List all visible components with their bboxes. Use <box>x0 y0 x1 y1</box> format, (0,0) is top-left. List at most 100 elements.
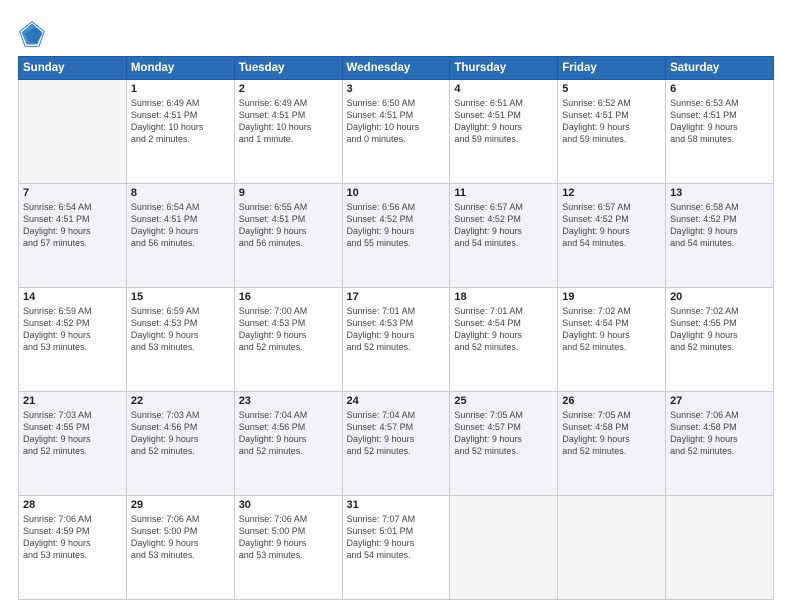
day-info: Sunrise: 6:59 AM Sunset: 4:52 PM Dayligh… <box>23 305 122 354</box>
day-info: Sunrise: 7:06 AM Sunset: 5:00 PM Dayligh… <box>239 513 338 562</box>
day-number: 17 <box>347 291 446 303</box>
day-info: Sunrise: 7:06 AM Sunset: 4:59 PM Dayligh… <box>23 513 122 562</box>
calendar-cell: 25 Sunrise: 7:05 AM Sunset: 4:57 PM Dayli… <box>450 392 558 496</box>
day-number: 8 <box>131 187 230 199</box>
calendar-cell: 9 Sunrise: 6:55 AM Sunset: 4:51 PM Daylig… <box>234 184 342 288</box>
day-info: Sunrise: 6:54 AM Sunset: 4:51 PM Dayligh… <box>23 201 122 250</box>
day-info: Sunrise: 7:01 AM Sunset: 4:53 PM Dayligh… <box>347 305 446 354</box>
calendar-cell: 30 Sunrise: 7:06 AM Sunset: 5:00 PM Dayli… <box>234 496 342 600</box>
calendar-week-row: 21 Sunrise: 7:03 AM Sunset: 4:55 PM Dayli… <box>19 392 774 496</box>
logo-icon <box>18 20 46 48</box>
day-number: 22 <box>131 395 230 407</box>
day-info: Sunrise: 7:03 AM Sunset: 4:56 PM Dayligh… <box>131 409 230 458</box>
weekday-header-wednesday: Wednesday <box>342 57 450 80</box>
day-number: 13 <box>670 187 769 199</box>
day-info: Sunrise: 7:04 AM Sunset: 4:56 PM Dayligh… <box>239 409 338 458</box>
calendar-cell <box>666 496 774 600</box>
day-number: 28 <box>23 499 122 511</box>
day-info: Sunrise: 6:57 AM Sunset: 4:52 PM Dayligh… <box>562 201 661 250</box>
day-number: 5 <box>562 83 661 95</box>
weekday-header-monday: Monday <box>126 57 234 80</box>
calendar-cell: 24Sunrise: 7:04 AM Sunset: 4:57 PM Dayli… <box>342 392 450 496</box>
calendar-cell: 7 Sunrise: 6:54 AM Sunset: 4:51 PM Daylig… <box>19 184 127 288</box>
day-info: Sunrise: 7:00 AM Sunset: 4:53 PM Dayligh… <box>239 305 338 354</box>
page: SundayMondayTuesdayWednesdayThursdayFrid… <box>0 0 792 612</box>
day-info: Sunrise: 7:02 AM Sunset: 4:55 PM Dayligh… <box>670 305 769 354</box>
day-info: Sunrise: 6:57 AM Sunset: 4:52 PM Dayligh… <box>454 201 553 250</box>
day-info: Sunrise: 6:58 AM Sunset: 4:52 PM Dayligh… <box>670 201 769 250</box>
calendar-cell: 28 Sunrise: 7:06 AM Sunset: 4:59 PM Dayli… <box>19 496 127 600</box>
day-info: Sunrise: 6:53 AM Sunset: 4:51 PM Dayligh… <box>670 97 769 146</box>
calendar-cell: 8 Sunrise: 6:54 AM Sunset: 4:51 PM Daylig… <box>126 184 234 288</box>
day-info: Sunrise: 6:49 AM Sunset: 4:51 PM Dayligh… <box>131 97 230 146</box>
day-number: 3 <box>347 83 446 95</box>
day-number: 11 <box>454 187 553 199</box>
weekday-header-thursday: Thursday <box>450 57 558 80</box>
calendar-cell: 6Sunrise: 6:53 AM Sunset: 4:51 PM Daylig… <box>666 80 774 184</box>
day-number: 16 <box>239 291 338 303</box>
calendar: SundayMondayTuesdayWednesdayThursdayFrid… <box>18 56 774 600</box>
day-number: 27 <box>670 395 769 407</box>
calendar-header-row: SundayMondayTuesdayWednesdayThursdayFrid… <box>19 57 774 80</box>
calendar-cell: 20 Sunrise: 7:02 AM Sunset: 4:55 PM Dayli… <box>666 288 774 392</box>
day-number: 2 <box>239 83 338 95</box>
calendar-cell: 11 Sunrise: 6:57 AM Sunset: 4:52 PM Dayli… <box>450 184 558 288</box>
day-number: 10 <box>347 187 446 199</box>
calendar-cell: 29 Sunrise: 7:06 AM Sunset: 5:00 PM Dayli… <box>126 496 234 600</box>
calendar-cell: 10 Sunrise: 6:56 AM Sunset: 4:52 PM Dayli… <box>342 184 450 288</box>
day-info: Sunrise: 6:55 AM Sunset: 4:51 PM Dayligh… <box>239 201 338 250</box>
calendar-cell: 15 Sunrise: 6:59 AM Sunset: 4:53 PM Dayli… <box>126 288 234 392</box>
logo <box>18 22 48 48</box>
day-number: 19 <box>562 291 661 303</box>
calendar-cell: 26Sunrise: 7:05 AM Sunset: 4:58 PM Dayli… <box>558 392 666 496</box>
day-number: 21 <box>23 395 122 407</box>
day-info: Sunrise: 7:06 AM Sunset: 5:00 PM Dayligh… <box>131 513 230 562</box>
day-number: 30 <box>239 499 338 511</box>
weekday-header-saturday: Saturday <box>666 57 774 80</box>
calendar-cell: 3 Sunrise: 6:50 AM Sunset: 4:51 PM Daylig… <box>342 80 450 184</box>
calendar-cell: 12 Sunrise: 6:57 AM Sunset: 4:52 PM Dayli… <box>558 184 666 288</box>
calendar-week-row: 14 Sunrise: 6:59 AM Sunset: 4:52 PM Dayli… <box>19 288 774 392</box>
day-info: Sunrise: 6:59 AM Sunset: 4:53 PM Dayligh… <box>131 305 230 354</box>
day-number: 14 <box>23 291 122 303</box>
calendar-cell: 14 Sunrise: 6:59 AM Sunset: 4:52 PM Dayli… <box>19 288 127 392</box>
calendar-week-row: 28 Sunrise: 7:06 AM Sunset: 4:59 PM Dayli… <box>19 496 774 600</box>
day-info: Sunrise: 6:56 AM Sunset: 4:52 PM Dayligh… <box>347 201 446 250</box>
calendar-cell <box>450 496 558 600</box>
day-info: Sunrise: 6:49 AM Sunset: 4:51 PM Dayligh… <box>239 97 338 146</box>
day-number: 15 <box>131 291 230 303</box>
calendar-cell <box>558 496 666 600</box>
calendar-cell: 22 Sunrise: 7:03 AM Sunset: 4:56 PM Dayli… <box>126 392 234 496</box>
calendar-cell: 16 Sunrise: 7:00 AM Sunset: 4:53 PM Dayli… <box>234 288 342 392</box>
day-number: 29 <box>131 499 230 511</box>
day-number: 24 <box>347 395 446 407</box>
day-info: Sunrise: 7:06 AM Sunset: 4:58 PM Dayligh… <box>670 409 769 458</box>
calendar-cell: 21 Sunrise: 7:03 AM Sunset: 4:55 PM Dayli… <box>19 392 127 496</box>
day-number: 9 <box>239 187 338 199</box>
weekday-header-friday: Friday <box>558 57 666 80</box>
calendar-cell: 18 Sunrise: 7:01 AM Sunset: 4:54 PM Dayli… <box>450 288 558 392</box>
calendar-cell: 2 Sunrise: 6:49 AM Sunset: 4:51 PM Daylig… <box>234 80 342 184</box>
calendar-cell <box>19 80 127 184</box>
day-number: 25 <box>454 395 553 407</box>
day-info: Sunrise: 7:05 AM Sunset: 4:57 PM Dayligh… <box>454 409 553 458</box>
day-number: 26 <box>562 395 661 407</box>
day-number: 4 <box>454 83 553 95</box>
header <box>18 18 774 48</box>
day-number: 18 <box>454 291 553 303</box>
calendar-week-row: 1 Sunrise: 6:49 AM Sunset: 4:51 PM Daylig… <box>19 80 774 184</box>
day-number: 7 <box>23 187 122 199</box>
day-info: Sunrise: 6:50 AM Sunset: 4:51 PM Dayligh… <box>347 97 446 146</box>
day-info: Sunrise: 6:54 AM Sunset: 4:51 PM Dayligh… <box>131 201 230 250</box>
calendar-cell: 23 Sunrise: 7:04 AM Sunset: 4:56 PM Dayli… <box>234 392 342 496</box>
calendar-cell: 19Sunrise: 7:02 AM Sunset: 4:54 PM Dayli… <box>558 288 666 392</box>
calendar-cell: 17 Sunrise: 7:01 AM Sunset: 4:53 PM Dayli… <box>342 288 450 392</box>
day-info: Sunrise: 7:03 AM Sunset: 4:55 PM Dayligh… <box>23 409 122 458</box>
day-number: 12 <box>562 187 661 199</box>
day-info: Sunrise: 7:01 AM Sunset: 4:54 PM Dayligh… <box>454 305 553 354</box>
day-info: Sunrise: 6:51 AM Sunset: 4:51 PM Dayligh… <box>454 97 553 146</box>
day-number: 31 <box>347 499 446 511</box>
day-number: 20 <box>670 291 769 303</box>
day-number: 23 <box>239 395 338 407</box>
day-number: 1 <box>131 83 230 95</box>
